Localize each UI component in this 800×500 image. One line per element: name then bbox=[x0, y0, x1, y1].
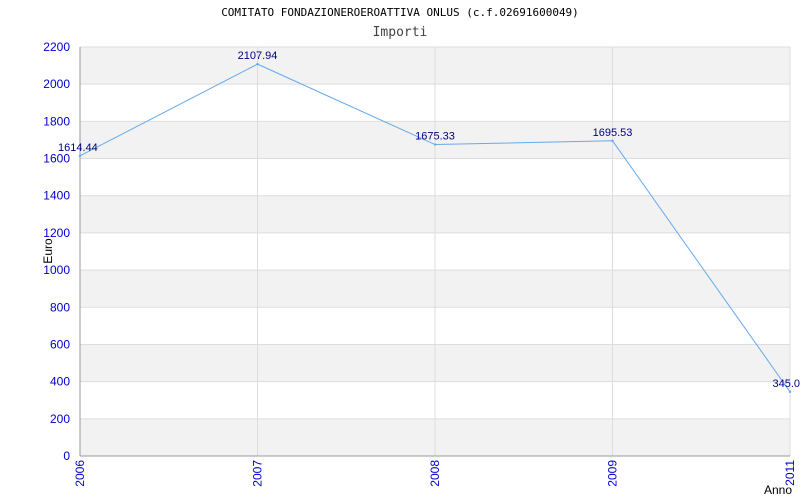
y-tick-label: 0 bbox=[63, 449, 70, 463]
x-tick-label: 2006 bbox=[73, 460, 87, 487]
plot-area: 0200400600800100012001400160018002000220… bbox=[41, 40, 800, 497]
data-label: 1695.53 bbox=[593, 127, 633, 139]
y-tick-label: 2200 bbox=[43, 40, 70, 54]
data-label: 345.0 bbox=[772, 378, 800, 390]
y-tick-label: 400 bbox=[50, 375, 70, 389]
y-tick-label: 800 bbox=[50, 300, 70, 314]
data-point bbox=[256, 62, 259, 66]
data-point bbox=[78, 154, 82, 158]
y-tick-label: 2000 bbox=[43, 77, 70, 91]
y-tick-label: 1400 bbox=[43, 189, 70, 203]
data-label: 1675.33 bbox=[415, 131, 455, 143]
data-point bbox=[788, 390, 792, 394]
chart: COMITATO FONDAZIONEROEROATTIVA ONLUS (c.… bbox=[0, 0, 800, 500]
x-tick-label: 2007 bbox=[251, 460, 265, 487]
data-point bbox=[611, 139, 614, 142]
y-tick-label: 1000 bbox=[43, 263, 70, 277]
x-tick-label: 2011 bbox=[783, 460, 797, 486]
y-axis-label: Euro bbox=[41, 238, 55, 264]
y-tick-label: 1200 bbox=[43, 226, 70, 240]
data-label: 2107.94 bbox=[238, 50, 278, 62]
x-tick-label: 2008 bbox=[428, 460, 442, 487]
x-axis-label: Anno bbox=[764, 483, 792, 497]
y-tick-label: 1800 bbox=[43, 114, 70, 128]
y-tick-label: 600 bbox=[50, 337, 70, 351]
y-tick-label: 200 bbox=[50, 412, 70, 426]
data-label: 1614.44 bbox=[58, 142, 98, 154]
x-tick-label: 2009 bbox=[606, 460, 620, 487]
data-point bbox=[433, 143, 437, 146]
